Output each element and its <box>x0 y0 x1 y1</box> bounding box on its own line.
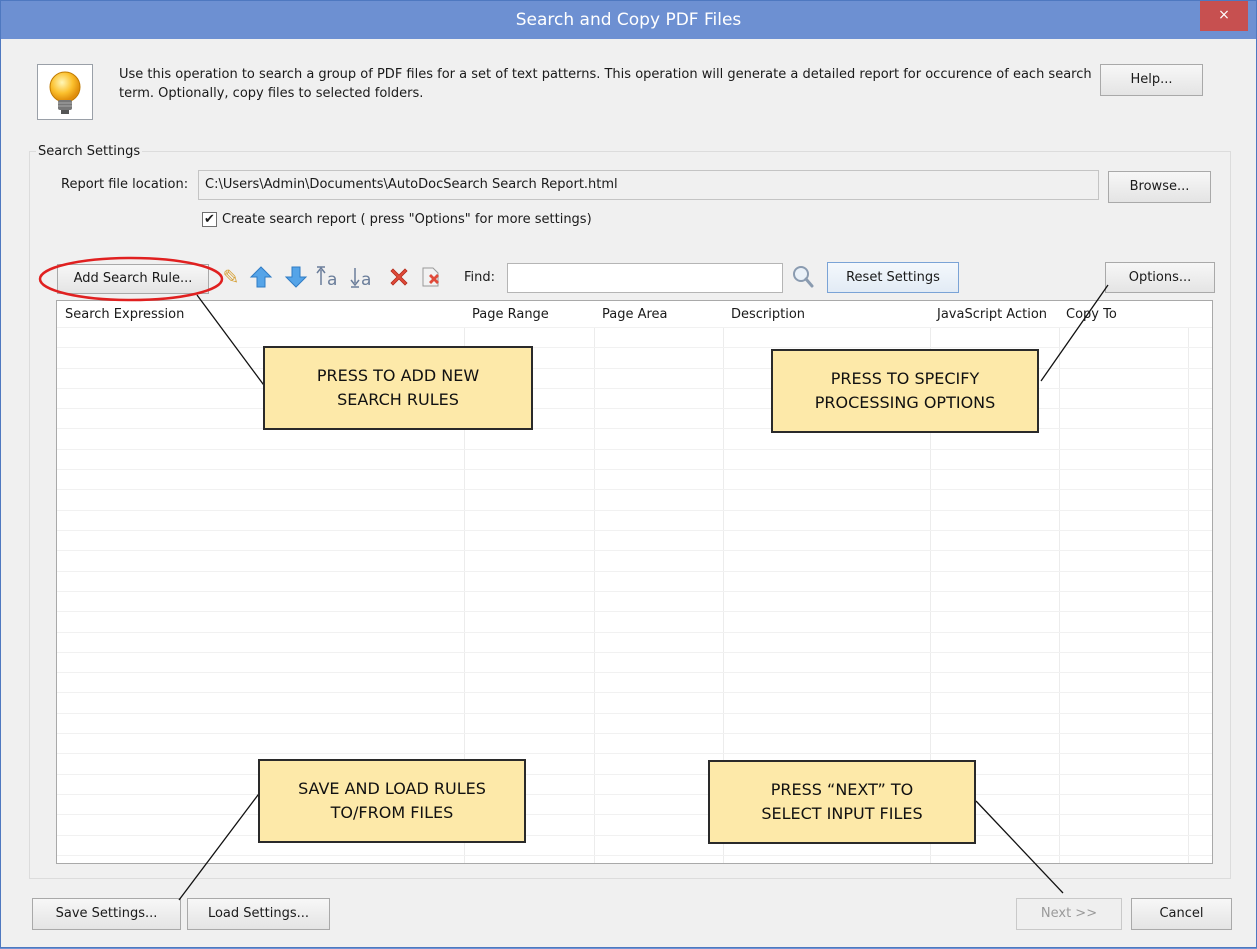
add-search-rule-button[interactable]: Add Search Rule... <box>57 264 209 294</box>
help-button[interactable]: Help... <box>1100 64 1203 96</box>
delete-icon[interactable] <box>387 265 411 289</box>
title-bar: Search and Copy PDF Files × <box>1 1 1256 39</box>
row-divider <box>57 510 1212 511</box>
row-divider <box>57 449 1212 450</box>
load-settings-button[interactable]: Load Settings... <box>187 898 330 930</box>
dialog-window: Search and Copy PDF Files × Use this ope… <box>0 0 1257 948</box>
row-divider <box>57 550 1212 551</box>
next-button[interactable]: Next >> <box>1016 898 1122 930</box>
svg-text:a: a <box>327 270 337 289</box>
find-label: Find: <box>464 270 496 285</box>
row-divider <box>57 814 1212 815</box>
row-divider <box>57 835 1212 836</box>
column-header-copy-to[interactable]: Copy To <box>1066 307 1117 322</box>
column-header-search-expression[interactable]: Search Expression <box>65 307 184 322</box>
callout-options-text: PRESS TO SPECIFY PROCESSING OPTIONS <box>814 369 996 412</box>
arrow-down-icon[interactable] <box>284 265 308 289</box>
search-settings-label: Search Settings <box>36 144 143 159</box>
row-divider <box>57 733 1212 734</box>
row-divider <box>57 611 1212 612</box>
row-divider <box>57 530 1212 531</box>
search-rules-table[interactable]: Search Expression Page Range Page Area D… <box>56 300 1213 864</box>
column-header-page-area[interactable]: Page Area <box>602 307 668 322</box>
callout-add-rules-text: PRESS TO ADD NEW SEARCH RULES <box>316 366 480 409</box>
row-divider <box>57 347 1212 348</box>
report-location-field[interactable]: C:\Users\Admin\Documents\AutoDocSearch S… <box>198 170 1099 200</box>
move-to-bottom-icon[interactable]: a <box>350 265 378 290</box>
row-divider <box>57 469 1212 470</box>
row-divider <box>57 591 1212 592</box>
browse-button[interactable]: Browse... <box>1108 171 1211 203</box>
row-divider <box>57 855 1212 856</box>
row-divider <box>57 713 1212 714</box>
column-header-description[interactable]: Description <box>731 307 805 322</box>
find-input[interactable] <box>507 263 783 293</box>
row-divider <box>57 327 1212 328</box>
save-settings-button[interactable]: Save Settings... <box>32 898 181 930</box>
row-divider <box>57 632 1212 633</box>
create-report-label: Create search report ( press "Options" f… <box>222 212 592 227</box>
callout-add-rules: PRESS TO ADD NEW SEARCH RULES <box>263 346 533 430</box>
close-button[interactable]: × <box>1200 1 1248 31</box>
move-to-top-icon[interactable]: a <box>316 265 344 290</box>
row-divider <box>57 489 1212 490</box>
row-divider <box>57 672 1212 673</box>
row-divider <box>57 753 1212 754</box>
row-divider <box>57 571 1212 572</box>
reset-settings-button[interactable]: Reset Settings <box>827 262 959 293</box>
svg-text:a: a <box>361 270 371 289</box>
arrow-up-icon[interactable] <box>249 265 273 289</box>
callout-next: PRESS “NEXT” TO SELECT INPUT FILES <box>708 760 976 844</box>
callout-save-load-text: SAVE AND LOAD RULES TO/FROM FILES <box>298 779 486 822</box>
create-report-checkbox[interactable]: ✔ <box>202 212 217 227</box>
row-divider <box>57 794 1212 795</box>
intro-description: Use this operation to search a group of … <box>119 67 1092 101</box>
callout-options: PRESS TO SPECIFY PROCESSING OPTIONS <box>771 349 1039 433</box>
column-header-page-range[interactable]: Page Range <box>472 307 549 322</box>
cancel-button[interactable]: Cancel <box>1131 898 1232 930</box>
column-header-javascript-action[interactable]: JavaScript Action <box>937 307 1047 322</box>
window-title: Search and Copy PDF Files <box>515 10 742 30</box>
row-divider <box>57 652 1212 653</box>
row-divider <box>57 774 1212 775</box>
lightbulb-icon <box>37 64 93 120</box>
row-divider <box>57 692 1212 693</box>
options-button[interactable]: Options... <box>1105 262 1215 293</box>
callout-next-text: PRESS “NEXT” TO SELECT INPUT FILES <box>761 780 923 823</box>
clear-all-icon[interactable] <box>418 265 442 289</box>
callout-save-load: SAVE AND LOAD RULES TO/FROM FILES <box>258 759 526 843</box>
pencil-icon[interactable]: ✎ <box>219 265 243 289</box>
report-location-label: Report file location: <box>61 177 189 192</box>
magnifier-icon[interactable] <box>788 264 818 292</box>
